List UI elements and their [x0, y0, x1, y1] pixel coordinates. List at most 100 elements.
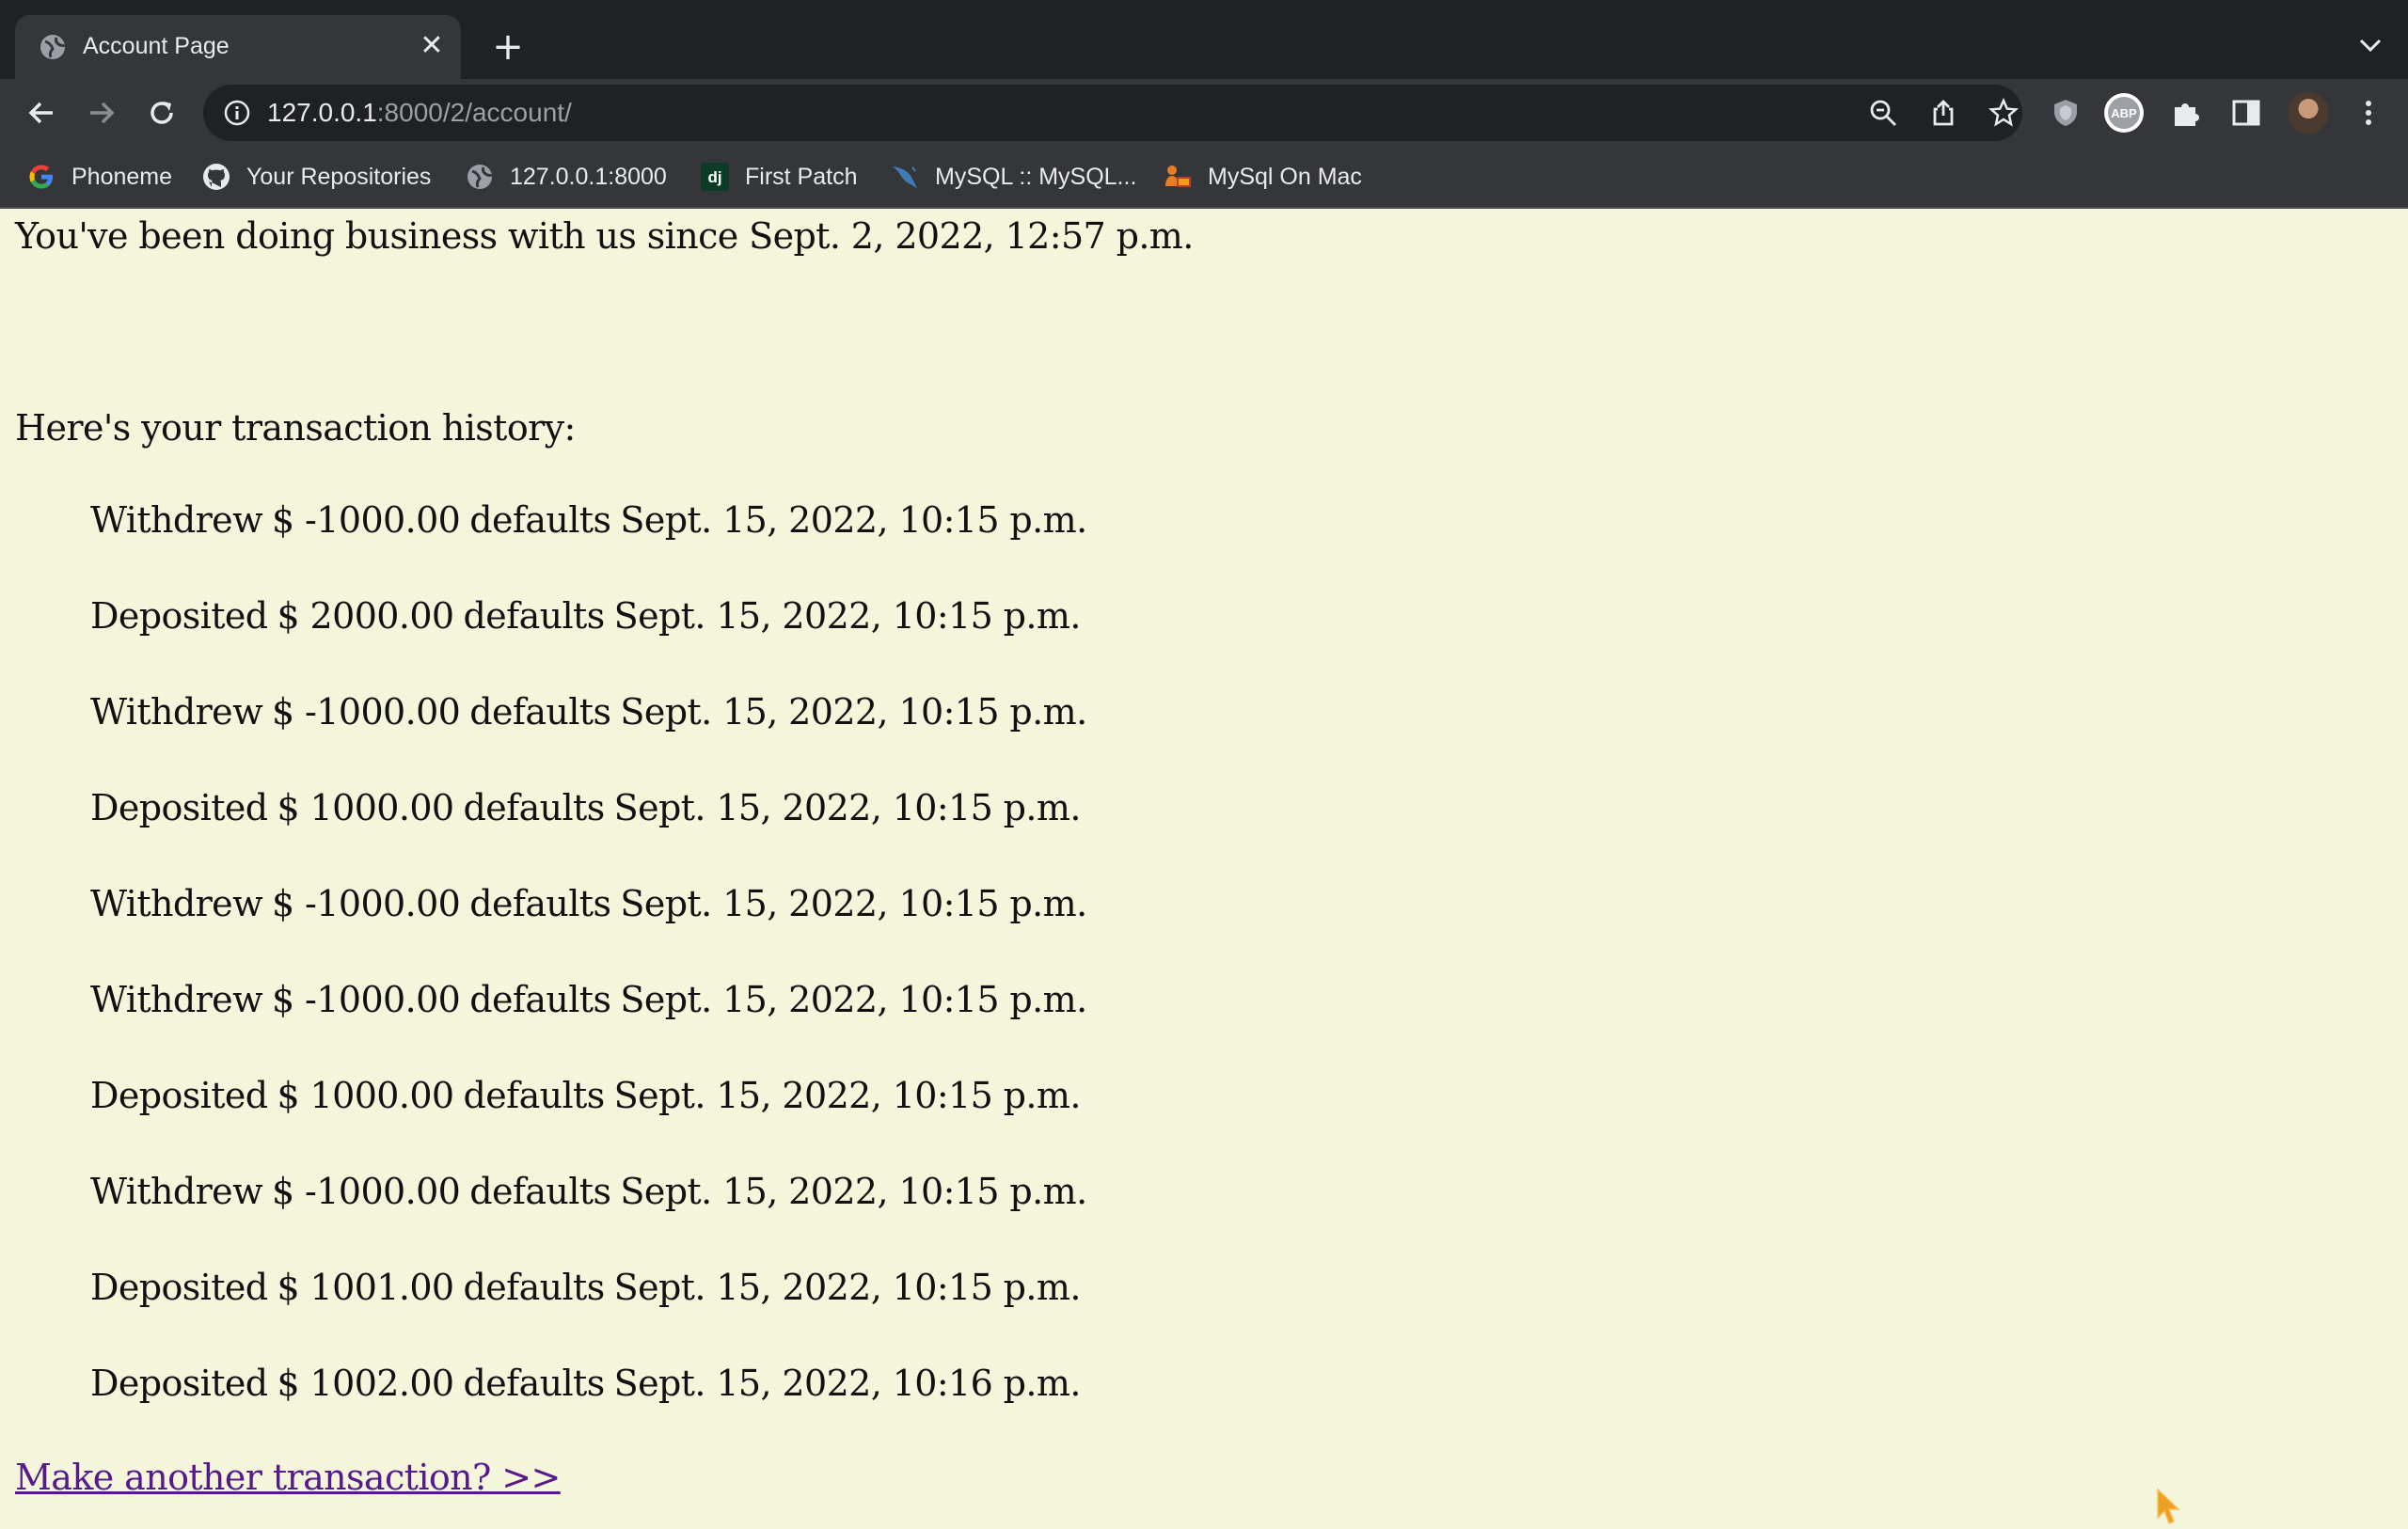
transaction-item: Withdrew $ -1000.00 defaults Sept. 15, 2022… [90, 1168, 1097, 1264]
globe-icon [467, 165, 494, 189]
transaction-amount: $ 1002.00 [277, 1363, 455, 1404]
transaction-amount: $ -1000.00 [272, 691, 461, 733]
transaction-item: Withdrew $ -1000.00 defaults Sept. 15, 2022… [90, 688, 1097, 784]
transaction-item: Deposited $ 1000.00 defaults Sept. 15, 2022… [90, 1072, 1097, 1168]
bookmark-mysql[interactable]: MySQL :: MySQL... [890, 158, 1136, 196]
back-arrow-icon[interactable] [24, 96, 58, 130]
tab-title: Account Page [83, 33, 230, 59]
transaction-type: Withdrew [90, 979, 263, 1020]
svg-text:dj: dj [707, 168, 721, 186]
transaction-item: Deposited $ 2000.00 defaults Sept. 15, 2022… [90, 592, 1097, 688]
tab-search-chevron-down-icon[interactable] [2357, 32, 2384, 58]
transaction-category: defaults [469, 499, 611, 541]
transaction-category: defaults [469, 1171, 611, 1212]
transaction-item: Withdrew $ -1000.00 defaults Sept. 15, 2022… [90, 880, 1097, 976]
django-icon: dj [701, 163, 729, 191]
transaction-type: Deposited [90, 595, 268, 637]
bookmark-label: First Patch [745, 163, 858, 190]
shield-extension-icon[interactable] [2049, 96, 2083, 130]
transaction-amount: $ 1000.00 [277, 1075, 455, 1116]
globe-icon [40, 35, 67, 59]
transaction-type: Withdrew [90, 691, 263, 733]
transaction-item: Withdrew $ -1000.00 defaults Sept. 15, 2022… [90, 497, 1097, 592]
mysql-icon [893, 166, 917, 189]
transaction-type: Withdrew [90, 499, 263, 541]
make-another-transaction-link[interactable]: Make another transaction? >> [15, 1454, 561, 1501]
profile-avatar[interactable] [2288, 92, 2329, 134]
transaction-date: Sept. 15, 2022, 10:15 p.m. [620, 1171, 1087, 1212]
transaction-date: Sept. 15, 2022, 10:16 p.m. [613, 1363, 1082, 1404]
transaction-date: Sept. 15, 2022, 10:15 p.m. [613, 1075, 1082, 1116]
transaction-history-heading: Here's your transaction history: [15, 407, 576, 449]
transaction-amount: $ 1000.00 [277, 787, 455, 828]
github-icon [203, 164, 230, 190]
new-tab-button[interactable]: + [489, 28, 527, 66]
bookmark-label: Your Repositories [246, 163, 432, 190]
svg-text:ABP: ABP [2111, 106, 2137, 120]
transaction-date: Sept. 15, 2022, 10:15 p.m. [613, 1267, 1082, 1308]
mouse-cursor-icon [2157, 1488, 2180, 1524]
bookmark-label: MySQL :: MySQL... [935, 163, 1137, 190]
transaction-type: Deposited [90, 1363, 268, 1404]
transaction-category: defaults [463, 595, 606, 637]
transaction-date: Sept. 15, 2022, 10:15 p.m. [620, 979, 1087, 1020]
transaction-type: Deposited [90, 1267, 268, 1308]
transaction-category: defaults [463, 1363, 606, 1404]
more-menu-icon[interactable] [2352, 96, 2385, 130]
page-content: You've been doing business with us since… [0, 209, 2408, 1524]
transaction-date: Sept. 15, 2022, 10:15 p.m. [620, 883, 1087, 924]
close-tab-icon[interactable]: ✕ [416, 30, 448, 62]
bookmark-label: MySql On Mac [1208, 163, 1362, 190]
tab-account-page[interactable]: Account Page ✕ [15, 15, 461, 79]
transaction-amount: $ -1000.00 [272, 883, 461, 924]
transaction-date: Sept. 15, 2022, 10:15 p.m. [613, 595, 1082, 637]
mysql-mac-icon [1165, 166, 1191, 187]
address-bar[interactable]: 127.0.0.1:8000/2/account/ [203, 85, 2022, 141]
google-icon [29, 165, 53, 189]
share-icon[interactable] [1928, 98, 1958, 128]
extensions-puzzle-icon[interactable] [2169, 96, 2203, 130]
bookmark-your-repositories[interactable]: Your Repositories [201, 158, 431, 196]
transaction-amount: $ -1000.00 [272, 979, 461, 1020]
site-info-icon[interactable] [222, 98, 252, 128]
transaction-date: Sept. 15, 2022, 10:15 p.m. [620, 691, 1087, 733]
reload-icon[interactable] [145, 96, 179, 130]
transaction-amount: $ -1000.00 [272, 1171, 461, 1212]
bookmark-mysql-on-mac[interactable]: MySql On Mac [1163, 158, 1362, 196]
transaction-amount: $ -1000.00 [272, 499, 461, 541]
tab-strip: Account Page ✕ + [0, 0, 2408, 79]
customer-since-text: You've been doing business with us since… [15, 215, 1194, 257]
adblock-plus-icon[interactable]: ABP [2103, 92, 2145, 134]
bookmark-star-icon[interactable] [1988, 98, 2019, 128]
transaction-type: Deposited [90, 1075, 268, 1116]
transaction-item: Deposited $ 1002.00 defaults Sept. 15, 2022… [90, 1360, 1097, 1456]
url-text[interactable]: 127.0.0.1:8000/2/account/ [267, 96, 572, 130]
transaction-category: defaults [469, 979, 611, 1020]
transaction-date: Sept. 15, 2022, 10:15 p.m. [613, 787, 1082, 828]
transaction-amount: $ 1001.00 [277, 1267, 455, 1308]
transaction-amount: $ 2000.00 [277, 595, 455, 637]
side-panel-icon[interactable] [2229, 96, 2263, 130]
bookmarks-bar: Phoneme Your Repositories 127.0.0.1:8000… [0, 147, 2408, 209]
transaction-date: Sept. 15, 2022, 10:15 p.m. [620, 499, 1087, 541]
bookmark-phoneme[interactable]: Phoneme [26, 158, 172, 196]
transaction-type: Withdrew [90, 883, 263, 924]
url-path: :8000/2/account/ [376, 98, 572, 127]
transaction-list: Withdrew $ -1000.00 defaults Sept. 15, 2022… [90, 497, 1097, 1456]
bookmark-label: Phoneme [71, 163, 173, 190]
browser-toolbar: 127.0.0.1:8000/2/account/ ABP [0, 79, 2408, 147]
forward-arrow-icon[interactable] [85, 96, 119, 130]
transaction-category: defaults [463, 787, 606, 828]
transaction-type: Withdrew [90, 1171, 263, 1212]
transaction-category: defaults [469, 691, 611, 733]
transaction-item: Deposited $ 1000.00 defaults Sept. 15, 2022… [90, 784, 1097, 880]
transaction-category: defaults [463, 1075, 606, 1116]
bookmark-first-patch[interactable]: dj First Patch [700, 158, 857, 196]
zoom-out-icon[interactable] [1868, 98, 1898, 128]
bookmark-label: 127.0.0.1:8000 [510, 163, 667, 190]
transaction-category: defaults [463, 1267, 606, 1308]
transaction-category: defaults [469, 883, 611, 924]
transaction-type: Deposited [90, 787, 268, 828]
bookmark-localhost[interactable]: 127.0.0.1:8000 [465, 158, 667, 196]
url-host: 127.0.0.1 [267, 98, 377, 127]
